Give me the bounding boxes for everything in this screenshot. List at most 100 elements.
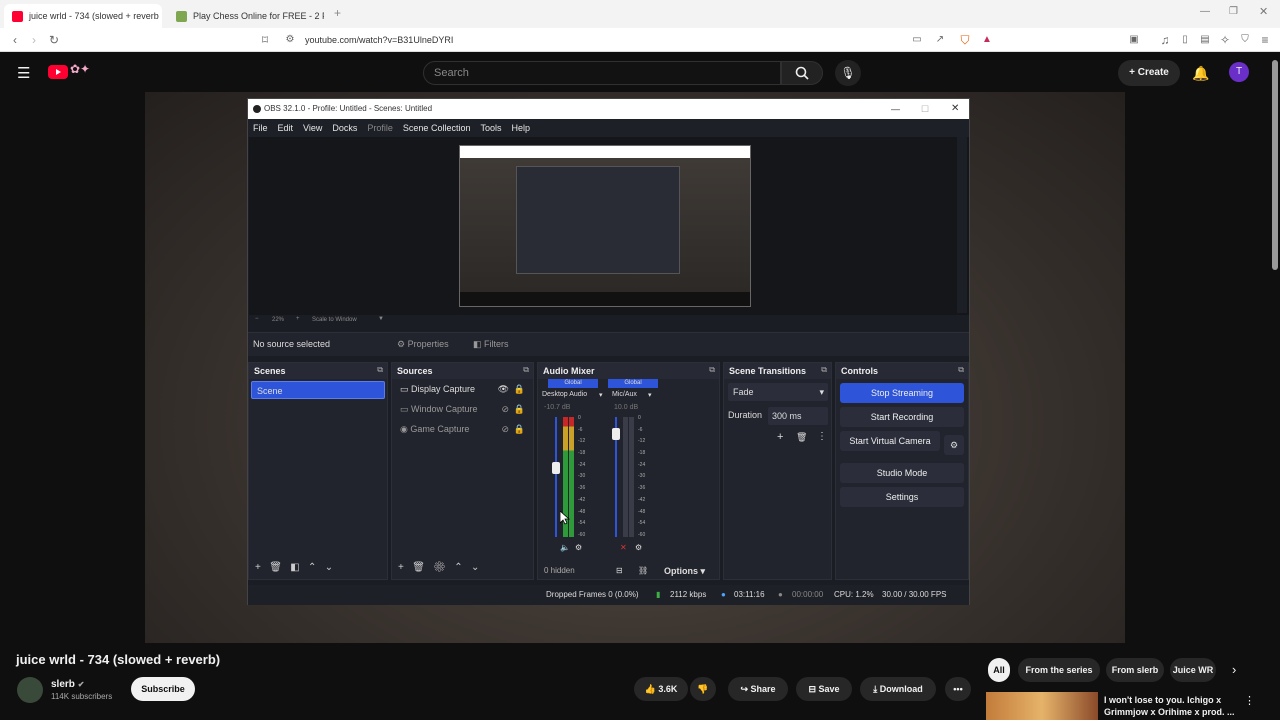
source-item[interactable]: ▭ Display Capture 👁 🔒 bbox=[392, 379, 533, 399]
obs-preview[interactable]: − 22% + Scale to Window ▼ bbox=[249, 137, 969, 323]
share-button[interactable]: ↪ Share bbox=[728, 677, 788, 701]
doodle-logo-icon[interactable]: ✿✦ bbox=[70, 62, 106, 80]
scene-item[interactable]: Scene bbox=[251, 381, 385, 399]
forward-icon[interactable]: › bbox=[25, 28, 43, 52]
chip-from-series[interactable]: From the series bbox=[1018, 658, 1100, 682]
music-icon[interactable]: ♫ bbox=[1156, 28, 1174, 52]
vpn-icon[interactable]: ⛉ bbox=[1236, 28, 1254, 52]
channel-menu-icon[interactable]: ▾ bbox=[599, 391, 603, 399]
sidebar-panel-icon[interactable]: ▣ bbox=[1125, 28, 1143, 52]
bookmark-icon[interactable]: ⌑ bbox=[256, 28, 274, 52]
start-recording-button[interactable]: Start Recording bbox=[840, 407, 964, 427]
menu-item-docks[interactable]: Docks bbox=[327, 119, 362, 137]
menu-item-tools[interactable]: Tools bbox=[475, 119, 506, 137]
search-button[interactable] bbox=[781, 61, 823, 85]
chip-from-slerb[interactable]: From slerb bbox=[1106, 658, 1164, 682]
obs-maximize-icon[interactable]: ☐ bbox=[921, 99, 929, 119]
chevron-right-icon[interactable]: › bbox=[1232, 662, 1236, 677]
obs-close-icon[interactable]: ✕ bbox=[951, 99, 959, 119]
chip-all[interactable]: All bbox=[988, 658, 1010, 682]
monitor-config-icon[interactable]: ⚙ bbox=[575, 543, 582, 552]
menu-item-view[interactable]: View bbox=[298, 119, 327, 137]
subscribe-button[interactable]: Subscribe bbox=[131, 677, 195, 701]
mixer-layout-icon[interactable]: ⊟ bbox=[616, 566, 623, 575]
save-button[interactable]: ⊟ Save bbox=[796, 677, 852, 701]
start-virtual-camera-button[interactable]: Start Virtual Camera bbox=[840, 431, 940, 451]
properties-button[interactable]: ⚙ Properties bbox=[397, 339, 449, 350]
muted-speaker-icon[interactable]: ✕ bbox=[620, 543, 627, 552]
voice-search-button[interactable]: 🎙 bbox=[835, 60, 861, 86]
obs-minimize-icon[interactable]: — bbox=[891, 99, 900, 119]
visibility-eye-icon[interactable]: 👁 bbox=[498, 379, 509, 399]
close-window-icon[interactable]: ✕ bbox=[1259, 5, 1268, 18]
add-icon[interactable]: + bbox=[398, 562, 404, 573]
mixer-link-icon[interactable]: ⛓ bbox=[638, 566, 648, 575]
hidden-eye-icon[interactable]: ⊘ bbox=[501, 399, 509, 419]
page-scrollbar[interactable] bbox=[1272, 60, 1278, 270]
avatar[interactable]: T bbox=[1229, 62, 1249, 82]
dislike-button[interactable]: 👎 bbox=[690, 677, 716, 701]
scale-mode[interactable]: Scale to Window bbox=[312, 317, 357, 323]
channel-menu-icon[interactable]: ▾ bbox=[648, 391, 652, 399]
monitor-config-icon[interactable]: ⚙ bbox=[635, 543, 642, 552]
mic-aux-label[interactable]: Mic/Aux bbox=[612, 391, 637, 398]
next-video-title[interactable]: I won't lose to you. Ichigo x Grimmjow x… bbox=[1104, 694, 1235, 718]
hamburger-menu-icon[interactable]: ☰ bbox=[17, 64, 30, 82]
undock-icon[interactable]: ⧉ bbox=[958, 365, 964, 375]
scale-dropdown-icon[interactable]: ▼ bbox=[378, 316, 384, 322]
gear-icon[interactable]: ⚙ bbox=[433, 562, 446, 573]
filter-icon[interactable]: ◧ bbox=[290, 562, 299, 573]
wallet-icon[interactable]: ▤ bbox=[1196, 28, 1214, 52]
trash-icon[interactable]: 🗑 bbox=[796, 432, 807, 443]
chip-juice-wrld[interactable]: Juice WR bbox=[1170, 658, 1216, 682]
like-button[interactable]: 👍 3.6K bbox=[634, 677, 688, 701]
mic-aux-volume-slider[interactable] bbox=[612, 427, 620, 440]
menu-item-edit[interactable]: Edit bbox=[273, 119, 299, 137]
tab-youtube[interactable]: juice wrld - 734 (slowed + reverb × bbox=[4, 4, 162, 28]
source-item[interactable]: ▭ Window Capture ⊘ 🔒 bbox=[392, 399, 533, 419]
browser-menu-icon[interactable]: ≡ bbox=[1256, 28, 1274, 52]
speaker-icon[interactable]: 🔈 bbox=[560, 543, 570, 552]
rewards-icon[interactable]: ▲ bbox=[978, 28, 996, 52]
share-page-icon[interactable]: ↗ bbox=[931, 28, 949, 52]
lock-icon[interactable]: 🔒 bbox=[514, 399, 525, 419]
more-actions-button[interactable]: ••• bbox=[945, 677, 971, 701]
ai-icon[interactable]: ✧ bbox=[1216, 28, 1234, 52]
transition-select[interactable]: Fade ▾ bbox=[728, 383, 828, 401]
desktop-audio-label[interactable]: Desktop Audio bbox=[542, 391, 587, 398]
menu-item-profile[interactable]: Profile bbox=[362, 119, 398, 137]
filters-button[interactable]: ◧ Filters bbox=[473, 339, 509, 350]
notifications-bell-icon[interactable]: 🔔 bbox=[1190, 60, 1212, 86]
menu-item-scene-collection[interactable]: Scene Collection bbox=[398, 119, 476, 137]
virtual-camera-settings-icon[interactable]: ⚙ bbox=[944, 435, 964, 455]
stop-streaming-button[interactable]: Stop Streaming bbox=[840, 383, 964, 403]
undock-icon[interactable]: ⧉ bbox=[377, 365, 383, 375]
zoom-in-icon[interactable]: + bbox=[296, 316, 300, 322]
channel-avatar[interactable] bbox=[17, 677, 43, 703]
add-transition-icon[interactable]: + bbox=[777, 431, 783, 443]
trash-icon[interactable]: 🗑 bbox=[412, 562, 425, 573]
duration-input[interactable]: 300 ms bbox=[768, 407, 828, 425]
more-options-icon[interactable]: ⋮ bbox=[817, 431, 827, 442]
create-button[interactable]: + Create bbox=[1118, 60, 1180, 86]
settings-button[interactable]: Settings bbox=[840, 487, 964, 507]
site-info-icon[interactable]: ⚙ bbox=[281, 28, 299, 52]
tab-chess[interactable]: Play Chess Online for FREE - 2 Player bbox=[168, 4, 324, 28]
add-icon[interactable]: + bbox=[255, 562, 261, 573]
hidden-eye-icon[interactable]: ⊘ bbox=[501, 419, 509, 439]
zoom-out-icon[interactable]: − bbox=[255, 316, 259, 322]
cast-icon[interactable]: ▭ bbox=[908, 28, 926, 52]
next-video-thumbnail[interactable] bbox=[986, 692, 1098, 720]
reload-icon[interactable]: ↻ bbox=[45, 28, 63, 52]
undock-icon[interactable]: ⧉ bbox=[709, 365, 715, 375]
options-button[interactable]: Options ▾ bbox=[664, 566, 705, 577]
undock-icon[interactable]: ⧉ bbox=[821, 365, 827, 375]
trash-icon[interactable]: 🗑 bbox=[269, 562, 282, 573]
download-button[interactable]: ⤓ Download bbox=[860, 677, 936, 701]
desktop-audio-volume-slider[interactable] bbox=[552, 462, 560, 475]
back-icon[interactable]: ‹ bbox=[6, 28, 24, 52]
menu-item-help[interactable]: Help bbox=[506, 119, 535, 137]
menu-item-file[interactable]: File bbox=[248, 119, 273, 137]
preview-scrollbar[interactable] bbox=[957, 137, 967, 313]
undock-icon[interactable]: ⧉ bbox=[523, 365, 529, 375]
